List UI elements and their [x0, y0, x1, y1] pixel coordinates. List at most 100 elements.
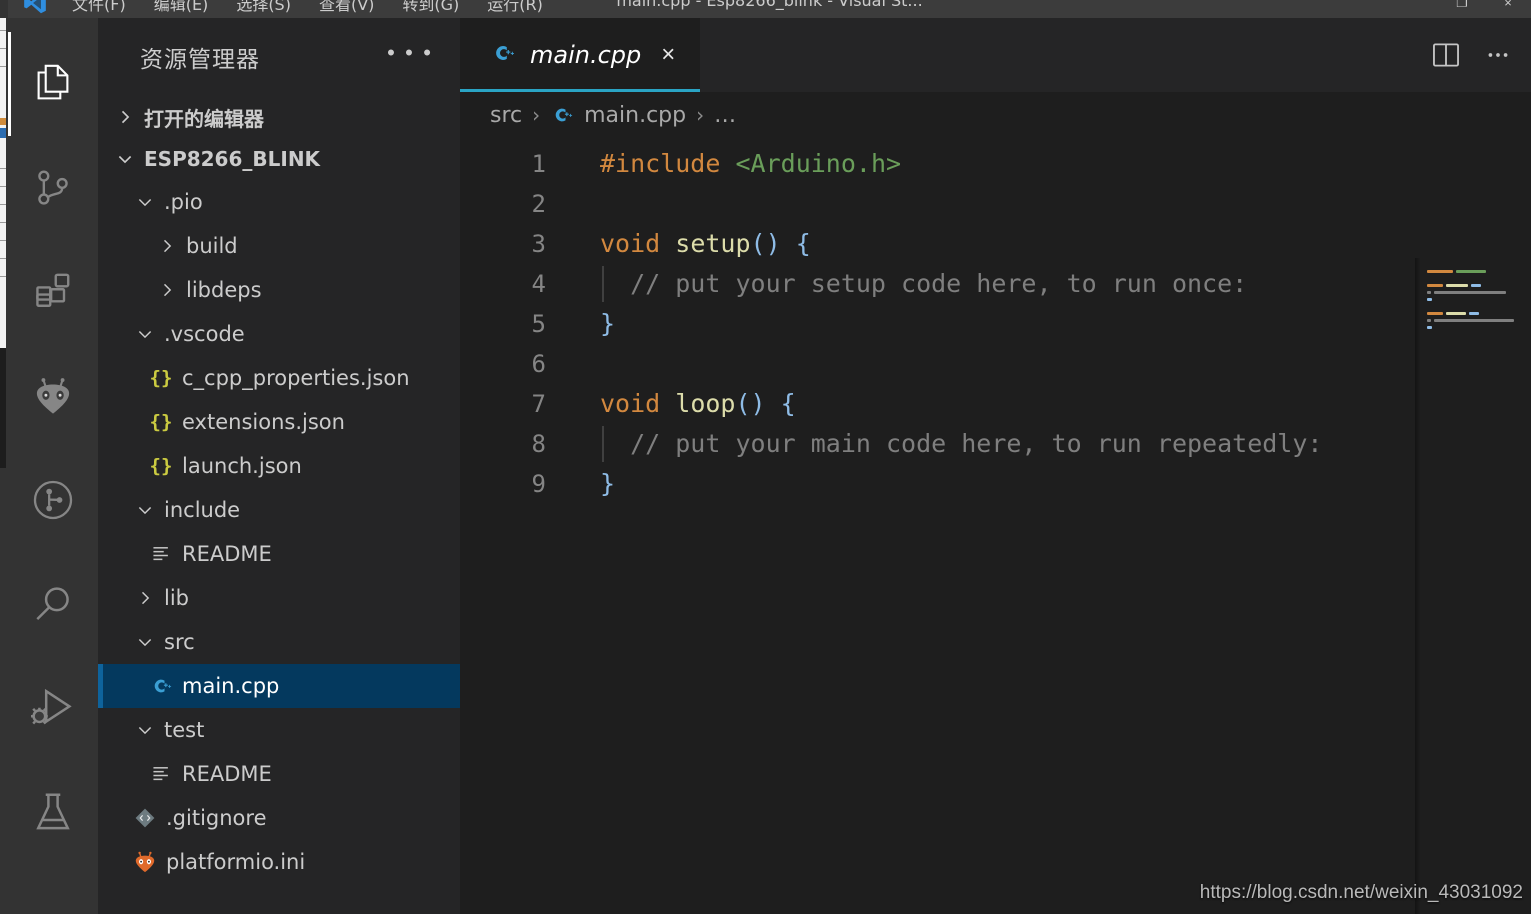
tree-item-label: .pio — [164, 190, 203, 214]
tree-row[interactable]: .vscode — [98, 312, 460, 356]
tree-item-label: include — [164, 498, 241, 522]
activity-extensions[interactable] — [8, 240, 98, 344]
minimap-token — [1427, 326, 1432, 329]
tab-label: main.cpp — [530, 41, 642, 69]
background-document — [0, 18, 6, 348]
menu-edit[interactable]: 编辑(E) — [140, 0, 223, 18]
line-number-gutter: 1 2 3 4 5 6 7 8 9 — [460, 138, 560, 914]
tree-row[interactable]: {} extensions.json — [98, 400, 460, 444]
tree-row-main-cpp[interactable]: main.cpp — [98, 664, 460, 708]
tab-close-button[interactable]: × — [661, 43, 675, 67]
line-number: 6 — [531, 350, 546, 378]
minimap[interactable] — [1415, 258, 1531, 914]
tree-row[interactable]: test — [98, 708, 460, 752]
tree-item-label: .vscode — [164, 322, 245, 346]
tab-main-cpp[interactable]: main.cpp × — [460, 18, 700, 92]
window-controls[interactable]: ❐ × — [1439, 0, 1531, 18]
tree-row[interactable]: libdeps — [98, 268, 460, 312]
tree-row[interactable]: README — [98, 752, 460, 796]
tree-row[interactable]: platformio.ini — [98, 840, 460, 884]
menu-bar[interactable]: 文件(F) 编辑(E) 选择(S) 查看(V) 转到(G) 运行(R) — [58, 0, 557, 18]
beaker-icon — [30, 789, 76, 835]
chevron-right-icon — [110, 107, 140, 127]
activity-run-debug[interactable] — [8, 656, 98, 760]
minimap-line — [1427, 275, 1529, 282]
vscode-window: 文件(F) 编辑(E) 选择(S) 查看(V) 转到(G) 运行(R) main… — [0, 0, 1531, 914]
tree-item-label: lib — [164, 586, 189, 610]
code-token: { — [780, 389, 796, 418]
chevron-down-icon — [130, 192, 160, 212]
code-content[interactable]: #include <Arduino.h> void setup() { // pu… — [600, 144, 1531, 504]
breadcrumb-separator-icon: › — [696, 103, 705, 127]
section-open-editors-label: 打开的编辑器 — [144, 106, 264, 131]
tree-item-label: build — [186, 234, 238, 258]
activity-source-control[interactable] — [8, 136, 98, 240]
window-close-button[interactable]: × — [1485, 0, 1531, 18]
activity-testing[interactable] — [8, 760, 98, 864]
menu-selection[interactable]: 选择(S) — [222, 0, 305, 18]
sidebar-header: 资源管理器 • • • — [98, 18, 460, 96]
breadcrumb-item-src[interactable]: src — [490, 103, 522, 128]
line-number: 3 — [531, 230, 546, 258]
file-tree: 打开的编辑器 ESP8266_BLINK .pio build libdeps … — [98, 96, 460, 884]
readme-lines-icon — [144, 763, 178, 785]
tree-row[interactable]: build — [98, 224, 460, 268]
minimap-token — [1434, 319, 1514, 322]
chevron-down-icon — [110, 149, 140, 169]
menu-view[interactable]: 查看(V) — [305, 0, 388, 18]
tree-row[interactable]: lib — [98, 576, 460, 620]
explorer-sidebar: 资源管理器 • • • 打开的编辑器 ESP8266_BLINK .pio bu… — [98, 18, 460, 914]
menu-file[interactable]: 文件(F) — [58, 0, 140, 18]
minimap-token — [1434, 291, 1506, 294]
split-editor-icon[interactable] — [1429, 38, 1463, 72]
chevron-down-icon — [130, 324, 160, 344]
minimap-line — [1427, 282, 1529, 289]
section-workspace-folder[interactable]: ESP8266_BLINK — [98, 138, 460, 180]
tree-row[interactable]: src — [98, 620, 460, 664]
window-restore-button[interactable]: ❐ — [1439, 0, 1485, 18]
chevron-down-icon — [130, 500, 160, 520]
code-token: { — [795, 229, 811, 258]
tree-row[interactable]: {} c_cpp_properties.json — [98, 356, 460, 400]
section-open-editors[interactable]: 打开的编辑器 — [98, 96, 460, 138]
activity-git-graph[interactable] — [8, 448, 98, 552]
sidebar-more-actions-button[interactable]: • • • — [387, 42, 434, 66]
tree-item-label: c_cpp_properties.json — [182, 366, 410, 390]
breadcrumb-item-main-cpp[interactable]: main.cpp — [584, 103, 686, 128]
activity-explorer[interactable] — [8, 32, 98, 136]
code-token: // put your setup code here, to run once… — [600, 269, 1248, 298]
editor-group: main.cpp × src › main.cpp › … 1 2 3 4 5 … — [460, 18, 1531, 914]
line-number: 7 — [531, 390, 546, 418]
minimap-token — [1427, 312, 1443, 315]
activity-platformio[interactable] — [8, 344, 98, 448]
code-token: } — [600, 469, 616, 498]
minimap-line — [1427, 317, 1529, 324]
code-line: } — [600, 464, 1531, 504]
code-token: <Arduino.h> — [735, 149, 902, 178]
code-token: void — [600, 389, 661, 418]
tree-row[interactable]: {} launch.json — [98, 444, 460, 488]
activity-search[interactable] — [8, 552, 98, 656]
chevron-right-icon — [130, 588, 160, 608]
menu-run[interactable]: 运行(R) — [473, 0, 557, 18]
tree-row[interactable]: .gitignore — [98, 796, 460, 840]
menu-go[interactable]: 转到(G) — [388, 0, 473, 18]
minimap-token — [1471, 284, 1481, 287]
code-token: #include — [600, 149, 721, 178]
git-graph-circle-icon — [30, 477, 76, 523]
breadcrumb-item-symbols[interactable]: … — [714, 103, 736, 128]
chevron-right-icon — [152, 280, 182, 300]
minimap-token — [1446, 284, 1468, 287]
line-number: 8 — [531, 430, 546, 458]
tree-row[interactable]: .pio — [98, 180, 460, 224]
minimap-line — [1427, 296, 1529, 303]
chevron-down-icon — [130, 720, 160, 740]
editor-actions — [1429, 18, 1523, 92]
watermark-text: https://blog.csdn.net/weixin_43031092 — [1199, 882, 1523, 903]
line-number: 9 — [531, 470, 546, 498]
tree-row[interactable]: include — [98, 488, 460, 532]
code-editor[interactable]: 1 2 3 4 5 6 7 8 9 #include <Arduino.h> vo… — [460, 138, 1531, 914]
tree-row[interactable]: README — [98, 532, 460, 576]
ellipsis-icon[interactable] — [1485, 42, 1511, 68]
